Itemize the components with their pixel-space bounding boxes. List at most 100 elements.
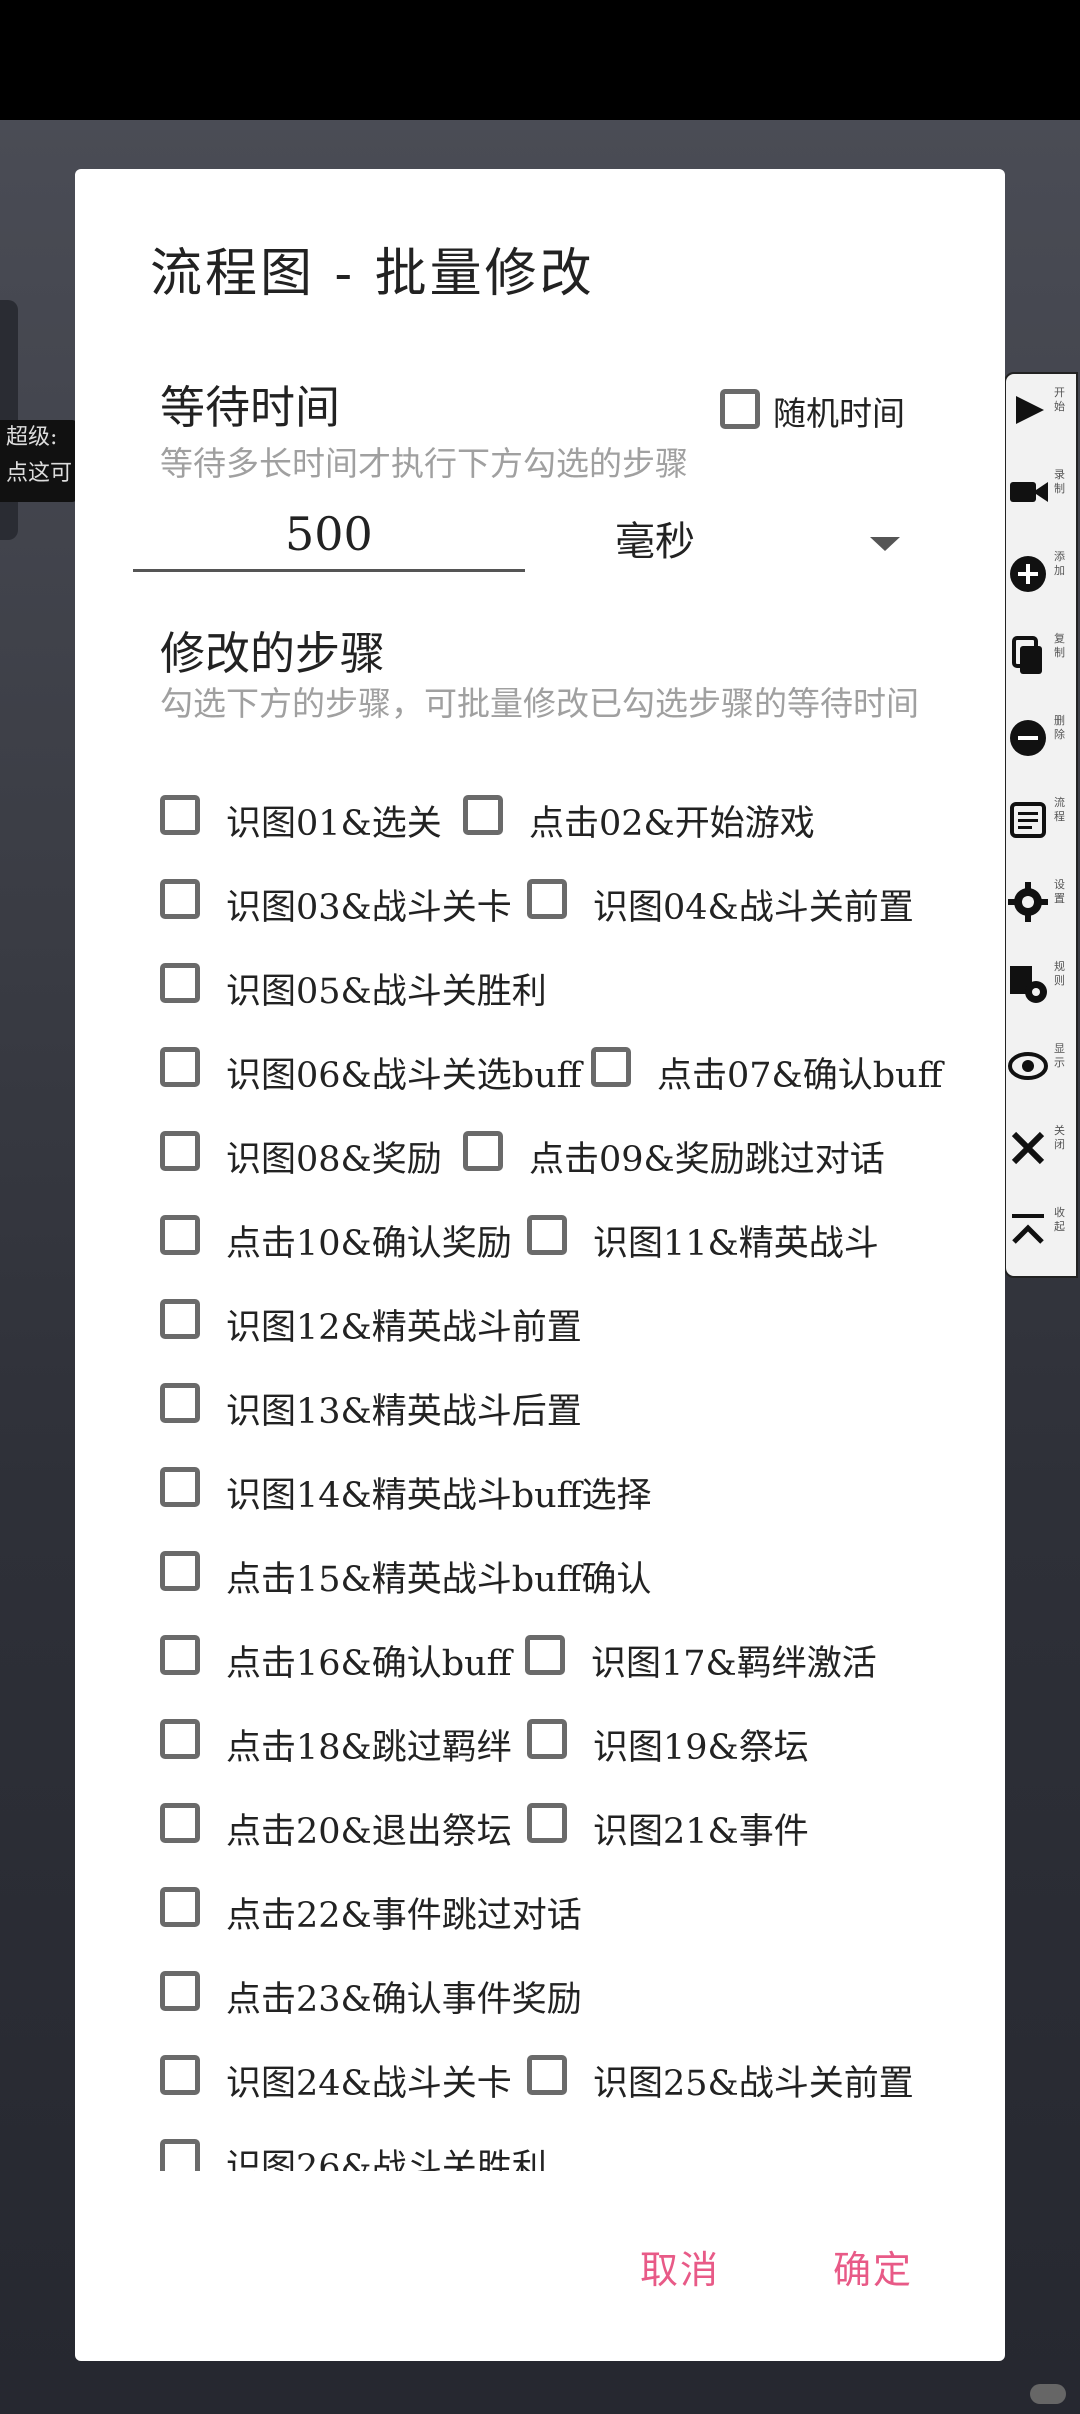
step-checkbox[interactable]: [160, 1047, 200, 1087]
step-checkbox[interactable]: [463, 1131, 503, 1171]
step-checkbox[interactable]: [525, 1635, 565, 1675]
step-label[interactable]: 点击16&确认buff: [226, 1635, 512, 1686]
close-icon: [1011, 1131, 1045, 1165]
toolbar-add[interactable]: 添加: [1006, 538, 1080, 618]
step-row: 识图26&战斗关胜利: [75, 2133, 1005, 2171]
step-checkbox[interactable]: [160, 795, 200, 835]
step-checkbox[interactable]: [160, 1383, 200, 1423]
wait-time-input[interactable]: 500: [285, 507, 373, 561]
step-row: 点击18&跳过羁绊 识图19&祭坛: [75, 1713, 1005, 1797]
wait-time-description: 等待多长时间才执行下方勾选的步骤: [160, 444, 688, 483]
toolbar-start[interactable]: 开始: [1006, 374, 1080, 454]
step-checkbox[interactable]: [527, 1215, 567, 1255]
step-checkbox[interactable]: [160, 1971, 200, 2011]
step-label[interactable]: 点击18&跳过羁绊: [226, 1719, 512, 1770]
step-checkbox[interactable]: [527, 2055, 567, 2095]
toolbar-label: 复制: [1054, 632, 1065, 659]
toolbar-settings[interactable]: 设置: [1006, 866, 1080, 946]
toolbar-label: 关闭: [1054, 1124, 1065, 1151]
steps-list[interactable]: 识图01&选关 点击02&开始游戏 识图03&战斗关卡 识图04&战斗关前置 识图05&…: [75, 789, 1005, 2171]
step-label[interactable]: 点击10&确认奖励: [226, 1215, 512, 1266]
gear-icon: [1008, 882, 1048, 922]
step-checkbox[interactable]: [160, 1215, 200, 1255]
left-popup-line: 超级:: [6, 425, 58, 450]
toolbar-label: 开始: [1054, 386, 1065, 413]
step-row: 点击15&精英战斗buff确认: [75, 1545, 1005, 1629]
step-label[interactable]: 识图04&战斗关前置: [593, 879, 914, 930]
step-checkbox[interactable]: [527, 879, 567, 919]
step-row: 点击20&退出祭坛 识图21&事件: [75, 1797, 1005, 1881]
step-checkbox[interactable]: [527, 1719, 567, 1759]
left-popup-line: 点这可: [6, 461, 73, 486]
step-checkbox[interactable]: [463, 795, 503, 835]
step-checkbox[interactable]: [160, 1299, 200, 1339]
dialog-title: 流程图 - 批量修改: [150, 244, 595, 304]
step-label[interactable]: 点击02&开始游戏: [529, 795, 815, 846]
step-label[interactable]: 点击20&退出祭坛: [226, 1803, 512, 1854]
step-label[interactable]: 识图14&精英战斗buff选择: [226, 1467, 652, 1518]
video-camera-icon: [1010, 482, 1048, 502]
dropdown-arrow-icon[interactable]: [870, 537, 900, 551]
step-label[interactable]: 识图08&奖励: [226, 1131, 442, 1182]
toolbar-collapse[interactable]: 收起: [1006, 1194, 1080, 1274]
step-label[interactable]: 识图24&战斗关卡: [226, 2055, 512, 2106]
step-label[interactable]: 点击09&奖励跳过对话: [529, 1131, 885, 1182]
step-label[interactable]: 识图19&祭坛: [593, 1719, 809, 1770]
status-bar: [0, 0, 1080, 120]
step-checkbox[interactable]: [591, 1047, 631, 1087]
step-label[interactable]: 点击07&确认buff: [657, 1047, 943, 1098]
step-row: 识图03&战斗关卡 识图04&战斗关前置: [75, 873, 1005, 957]
random-time-checkbox[interactable]: [720, 389, 760, 429]
step-row: 识图08&奖励 点击09&奖励跳过对话: [75, 1125, 1005, 1209]
cancel-button[interactable]: 取消: [640, 2239, 720, 2294]
step-label[interactable]: 识图06&战斗关选buff: [226, 1047, 582, 1098]
step-checkbox[interactable]: [160, 1551, 200, 1591]
eye-icon: [1008, 1052, 1048, 1080]
toolbar-label: 添加: [1054, 550, 1065, 577]
step-label[interactable]: 识图03&战斗关卡: [226, 879, 512, 930]
toolbar-display[interactable]: 显示: [1006, 1030, 1080, 1110]
step-label[interactable]: 识图13&精英战斗后置: [226, 1383, 582, 1434]
list-box-icon: [1010, 802, 1046, 838]
toolbar-flow[interactable]: 流程: [1006, 784, 1080, 864]
collapse-up-icon: [1012, 1214, 1044, 1244]
step-checkbox[interactable]: [160, 879, 200, 919]
step-label[interactable]: 点击22&事件跳过对话: [226, 1887, 582, 1938]
step-label[interactable]: 识图17&羁绊激活: [591, 1635, 877, 1686]
toolbar-label: 收起: [1054, 1206, 1065, 1233]
random-time-label[interactable]: 随机时间: [773, 387, 905, 435]
step-label[interactable]: 识图21&事件: [593, 1803, 809, 1854]
confirm-button[interactable]: 确定: [833, 2239, 913, 2294]
step-checkbox[interactable]: [160, 1131, 200, 1171]
step-checkbox[interactable]: [160, 2055, 200, 2095]
toolbar-delete[interactable]: 删除: [1006, 702, 1080, 782]
step-label[interactable]: 识图01&选关: [226, 795, 442, 846]
remove-circle-icon: [1010, 720, 1046, 756]
step-label[interactable]: 点击23&确认事件奖励: [226, 1971, 582, 2022]
step-label[interactable]: 识图05&战斗关胜利: [226, 963, 547, 1014]
step-row: 识图01&选关 点击02&开始游戏: [75, 789, 1005, 873]
toolbar-rules[interactable]: 规则: [1006, 948, 1080, 1028]
toolbar-label: 显示: [1054, 1042, 1065, 1069]
step-checkbox[interactable]: [160, 1803, 200, 1843]
step-checkbox[interactable]: [527, 1803, 567, 1843]
step-label[interactable]: 点击15&精英战斗buff确认: [226, 1551, 652, 1602]
time-unit-select[interactable]: 毫秒: [615, 509, 695, 567]
step-checkbox[interactable]: [160, 2139, 200, 2171]
step-checkbox[interactable]: [160, 1467, 200, 1507]
step-label[interactable]: 识图25&战斗关前置: [593, 2055, 914, 2106]
step-checkbox[interactable]: [160, 1719, 200, 1759]
step-row: 识图14&精英战斗buff选择: [75, 1461, 1005, 1545]
toolbar-record[interactable]: 录制: [1006, 456, 1080, 536]
play-icon: [1016, 396, 1044, 424]
step-label[interactable]: 识图11&精英战斗: [593, 1215, 879, 1266]
step-label[interactable]: 识图26&战斗关胜利: [226, 2139, 547, 2171]
add-circle-icon: [1010, 556, 1046, 592]
toolbar-copy[interactable]: 复制: [1006, 620, 1080, 700]
toolbar-close[interactable]: 关闭: [1006, 1112, 1080, 1192]
step-checkbox[interactable]: [160, 1635, 200, 1675]
step-row: 识图06&战斗关选buff 点击07&确认buff: [75, 1041, 1005, 1125]
step-checkbox[interactable]: [160, 963, 200, 1003]
step-checkbox[interactable]: [160, 1887, 200, 1927]
step-label[interactable]: 识图12&精英战斗前置: [226, 1299, 582, 1350]
